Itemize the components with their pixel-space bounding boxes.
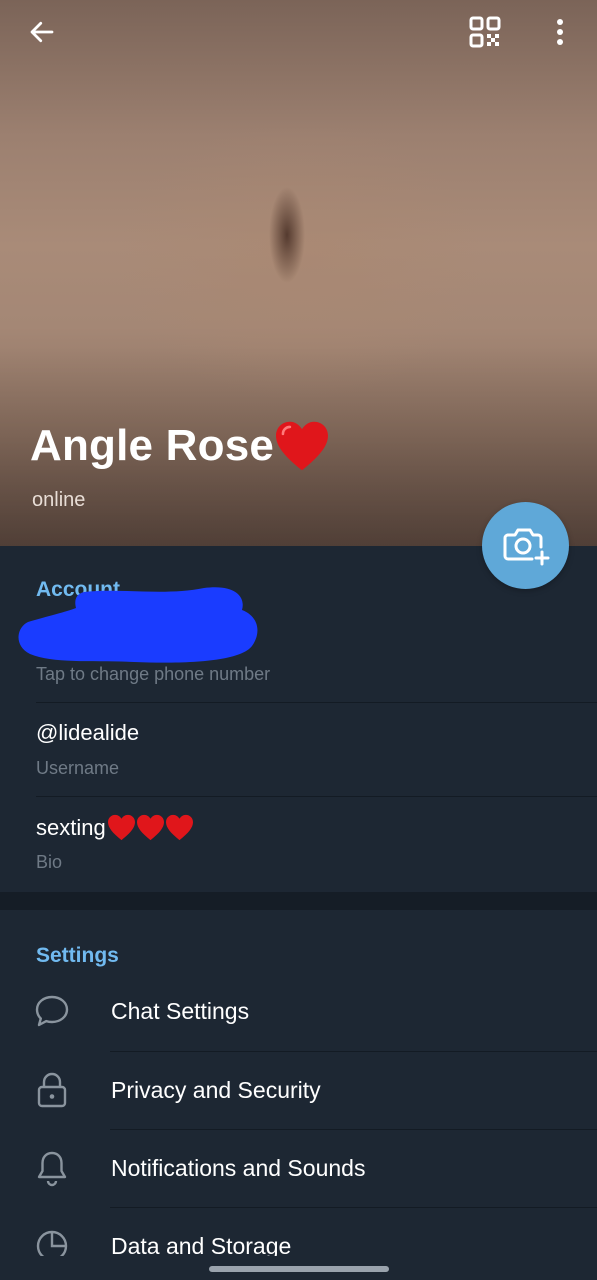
heart-icon [165, 814, 193, 841]
heart-icon [107, 814, 135, 841]
settings-item-notifications[interactable]: Notifications and Sounds [0, 1129, 597, 1207]
profile-name: Angle Rose [30, 420, 330, 472]
qr-code-icon [469, 16, 501, 48]
settings-item-label: Privacy and Security [111, 1076, 321, 1103]
bio-value[interactable]: sexting [36, 814, 194, 841]
bio-text: sexting [36, 814, 106, 840]
lock-icon [32, 1070, 72, 1110]
profile-status: online [32, 489, 86, 511]
chat-bubble-icon [32, 991, 72, 1031]
qr-code-button[interactable] [465, 12, 505, 52]
more-options-button[interactable] [540, 12, 580, 52]
bio-label: Bio [36, 852, 63, 872]
bell-icon [32, 1148, 72, 1188]
camera-add-icon [503, 528, 549, 565]
settings-section: Settings Chat Settings Privacy and Secur… [0, 910, 597, 1280]
heart-icon [136, 814, 164, 841]
arrow-left-icon [30, 21, 54, 43]
bio-hearts [107, 814, 194, 841]
divider [36, 796, 597, 797]
settings-section-title: Settings [36, 944, 119, 967]
account-section: Account Tap to change phone number @lide… [0, 546, 597, 892]
redaction-scribble [18, 587, 258, 663]
more-vertical-icon [557, 19, 563, 45]
settings-item-privacy[interactable]: Privacy and Security [0, 1051, 597, 1129]
profile-name-text: Angle Rose [30, 421, 275, 470]
divider [36, 702, 597, 703]
home-gesture-handle[interactable] [209, 1266, 389, 1272]
settings-item-label: Chat Settings [111, 997, 250, 1024]
section-separator [0, 892, 597, 910]
settings-item-label: Notifications and Sounds [111, 1154, 366, 1181]
username-label: Username [36, 758, 120, 778]
back-button[interactable] [22, 12, 62, 52]
set-profile-photo-button[interactable] [482, 502, 569, 589]
username-value[interactable]: @lidealide [36, 720, 139, 746]
heart-icon [276, 421, 329, 471]
settings-item-chat[interactable]: Chat Settings [0, 972, 597, 1050]
